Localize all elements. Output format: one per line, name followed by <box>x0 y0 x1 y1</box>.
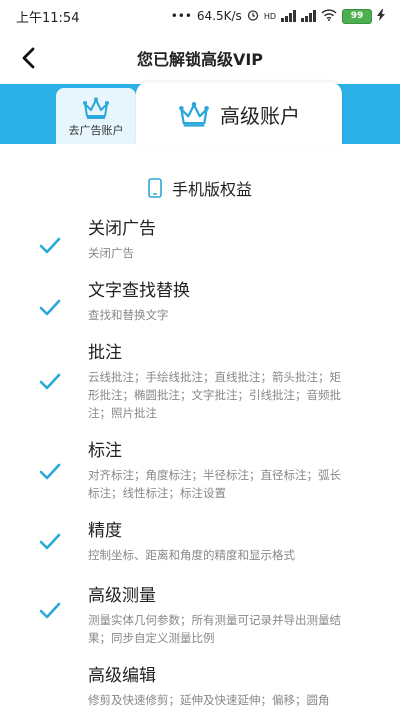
benefits-content: 手机版权益 关闭广告 关闭广告 文字查找替换 查找和替换文字 批注 云线批注；手… <box>0 144 400 725</box>
signal-2-icon <box>301 10 316 22</box>
status-time: 上午11:54 <box>16 10 80 26</box>
charging-icon <box>377 8 386 24</box>
benefit-title: 精度 <box>88 521 122 541</box>
benefit-title: 高级测量 <box>88 586 156 606</box>
benefit-desc: 对齐标注；角度标注；半径标注；直径标注；弧长标注；线性标注；标注设置 <box>88 468 341 500</box>
tab-premium-label: 高级账户 <box>220 103 300 128</box>
check-icon <box>39 602 61 619</box>
wifi-icon <box>321 8 337 24</box>
header: 您已解锁高级VIP <box>0 32 400 84</box>
benefit-item: 高级测量 测量实体几何参数；所有测量可记录并导出测量结果；同步自定义测量比例 <box>0 585 400 665</box>
benefit-desc: 查找和替换文字 <box>88 308 169 322</box>
check-icon <box>39 237 61 254</box>
benefit-desc: 关闭广告 <box>88 246 134 260</box>
section-title: 手机版权益 <box>0 176 400 200</box>
benefit-item: 高级编辑 修剪及快速修剪；延伸及快速延伸；偏移；圆角 <box>0 665 400 725</box>
tab-premium-account[interactable]: 高级账户 <box>136 82 342 146</box>
more-dots-icon: ••• <box>170 9 192 23</box>
back-arrow-icon <box>22 47 35 69</box>
benefit-title: 高级编辑 <box>88 666 156 686</box>
battery-icon: 99 <box>342 8 372 24</box>
network-speed: 64.5K/s <box>196 9 242 23</box>
tab-ad-free-label: 去广告账户 <box>68 124 124 137</box>
benefit-title: 关闭广告 <box>88 219 156 239</box>
network-type: HD <box>263 11 276 21</box>
benefit-item: 精度 控制坐标、距离和角度的精度和显示格式 <box>0 520 400 585</box>
phone-icon <box>148 178 162 198</box>
tab-ad-free-account[interactable]: 去广告账户 <box>56 88 136 144</box>
check-icon <box>39 299 61 316</box>
page-title: 您已解锁高级VIP <box>136 50 264 69</box>
benefit-list: 关闭广告 关闭广告 文字查找替换 查找和替换文字 批注 云线批注；手绘线批注；直… <box>0 218 400 725</box>
crown-icon <box>83 97 109 119</box>
benefit-item: 文字查找替换 查找和替换文字 <box>0 280 400 342</box>
check-icon <box>39 373 61 390</box>
status-icons: ••• 64.5K/s HD 99 <box>170 8 386 24</box>
back-button[interactable] <box>12 42 44 74</box>
benefit-title: 批注 <box>88 343 122 363</box>
signal-icon <box>281 10 296 22</box>
benefit-title: 标注 <box>88 441 122 461</box>
section-title-label: 手机版权益 <box>171 180 252 199</box>
alarm-icon <box>247 9 259 24</box>
check-icon <box>39 533 61 550</box>
benefit-desc: 修剪及快速修剪；延伸及快速延伸；偏移；圆角 <box>88 693 330 707</box>
crown-icon <box>179 102 209 127</box>
status-bar: 上午11:54 ••• 64.5K/s HD 99 <box>0 0 400 32</box>
check-icon <box>39 463 61 480</box>
benefit-desc: 云线批注；手绘线批注；直线批注；箭头批注；矩形批注；椭圆批注；文字批注；引线批注… <box>88 370 341 420</box>
benefit-item: 关闭广告 关闭广告 <box>0 218 400 280</box>
benefit-title: 文字查找替换 <box>88 281 190 301</box>
benefit-item: 批注 云线批注；手绘线批注；直线批注；箭头批注；矩形批注；椭圆批注；文字批注；引… <box>0 342 400 440</box>
benefit-item: 标注 对齐标注；角度标注；半径标注；直径标注；弧长标注；线性标注；标注设置 <box>0 440 400 520</box>
benefit-desc: 测量实体几何参数；所有测量可记录并导出测量结果；同步自定义测量比例 <box>88 613 341 645</box>
benefit-desc: 控制坐标、距离和角度的精度和显示格式 <box>88 548 295 562</box>
